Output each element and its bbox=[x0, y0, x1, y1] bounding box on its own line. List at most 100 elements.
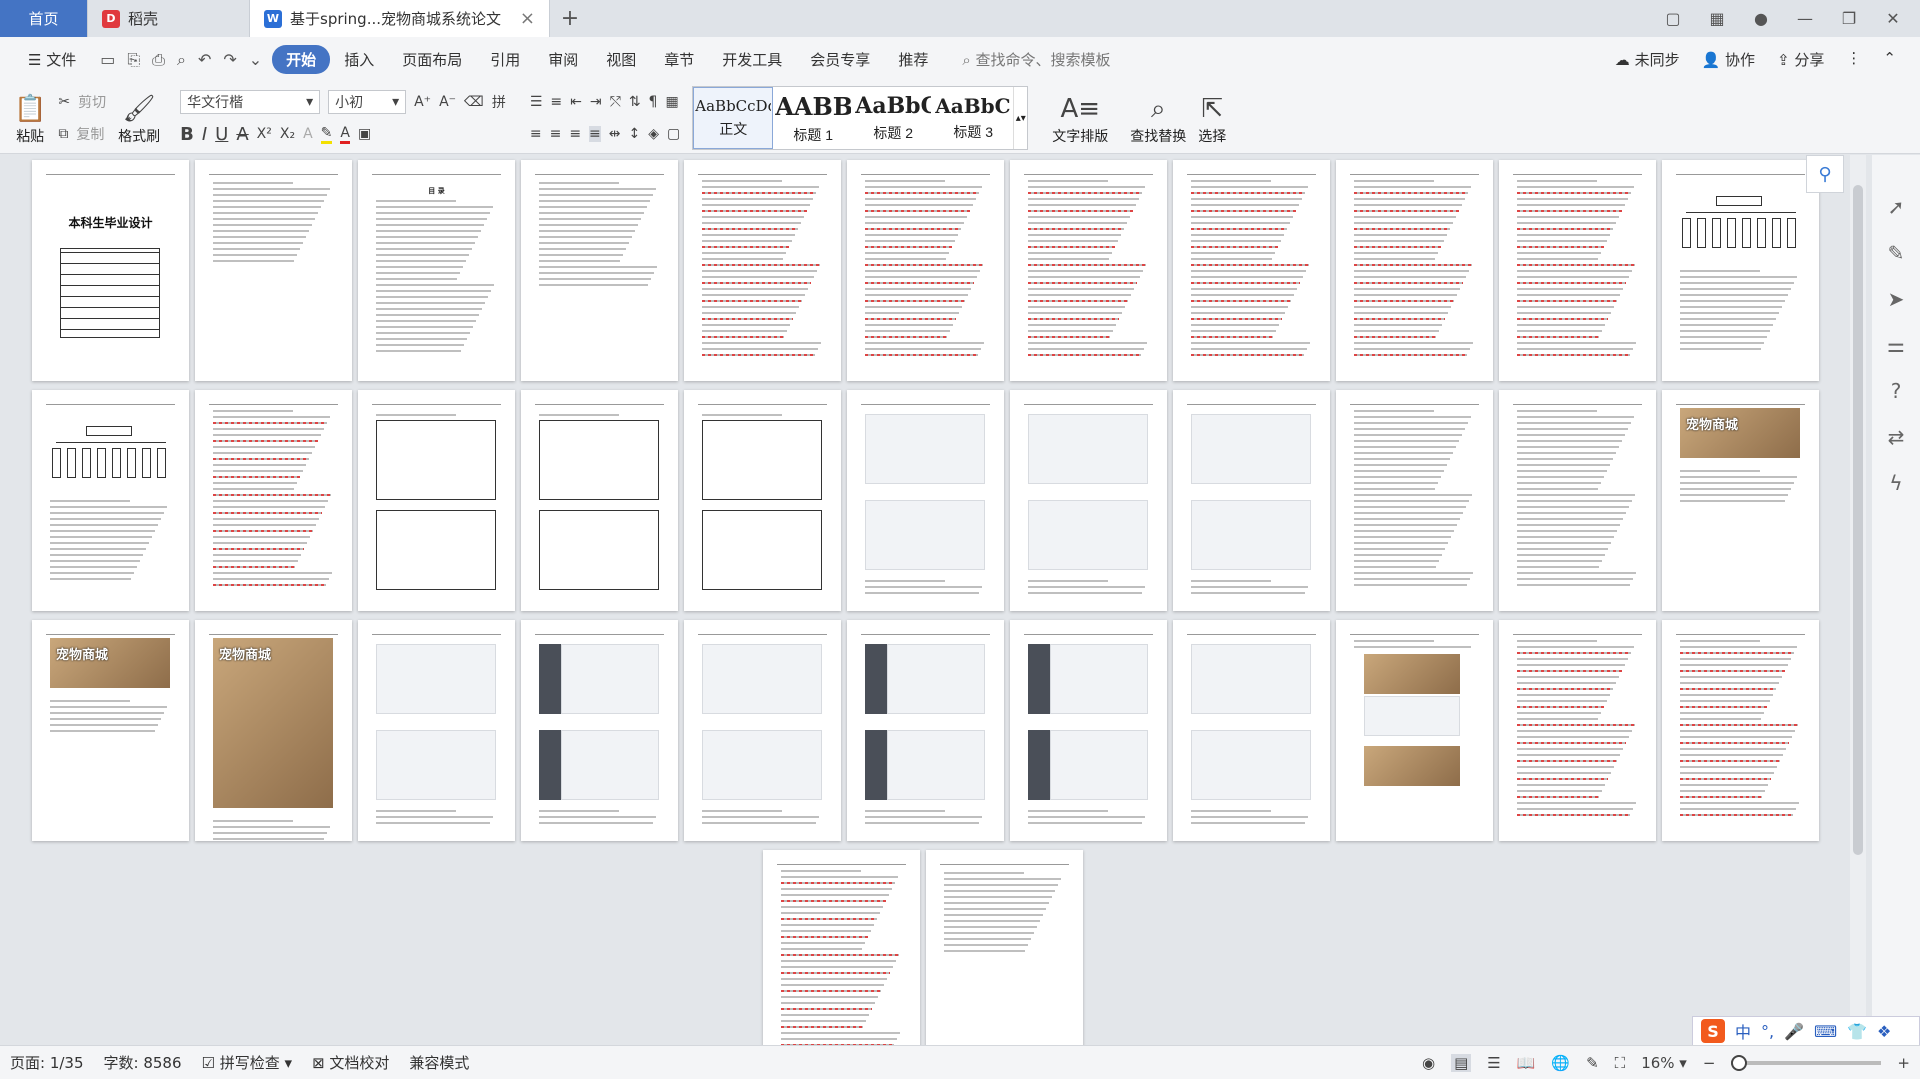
print-icon[interactable]: ⎙ bbox=[152, 50, 165, 70]
pointer-icon[interactable]: ➤ bbox=[1888, 287, 1905, 311]
close-window-icon[interactable]: ✕ bbox=[1874, 9, 1912, 28]
align-center-icon[interactable]: ≡ bbox=[550, 126, 562, 142]
zoom-slider[interactable] bbox=[1731, 1054, 1882, 1071]
file-menu[interactable]: ☰ 文件 bbox=[14, 49, 90, 70]
export-icon[interactable]: ⎘ bbox=[127, 50, 140, 70]
punct-icon[interactable]: °, bbox=[1761, 1022, 1774, 1041]
close-tab-icon[interactable]: × bbox=[520, 8, 535, 29]
sync-button[interactable]: ☁ 未同步 bbox=[1615, 49, 1680, 70]
tab-document[interactable]: W 基于spring...宠物商城系统论文 × bbox=[250, 0, 550, 37]
document-canvas[interactable]: 本科生毕业设计目 录宠物商城 宠物商城 宠物商城 bbox=[0, 155, 1880, 1045]
apps-icon[interactable]: ❖ bbox=[1877, 1022, 1891, 1041]
adjust-icon[interactable]: ⚌ bbox=[1887, 333, 1905, 357]
shrink-font-icon[interactable]: A⁻ bbox=[439, 94, 456, 110]
minimize-icon[interactable]: — bbox=[1786, 9, 1824, 28]
table-tools-icon[interactable]: ▦ bbox=[665, 94, 678, 110]
page-thumbnail[interactable] bbox=[521, 160, 678, 381]
clear-format-icon[interactable]: ⌫ bbox=[464, 94, 484, 110]
outline-view-icon[interactable]: ☰ bbox=[1487, 1054, 1500, 1072]
underline-icon[interactable]: U bbox=[215, 124, 228, 145]
menu-insert[interactable]: 插入 bbox=[330, 49, 388, 70]
menu-view[interactable]: 视图 bbox=[592, 49, 650, 70]
styles-scroll[interactable]: ▴▾ bbox=[1013, 87, 1027, 149]
translate-icon[interactable]: ⇄ bbox=[1888, 425, 1905, 449]
page-thumbnail[interactable] bbox=[847, 390, 1004, 611]
align-left-icon[interactable]: ≡ bbox=[530, 126, 542, 142]
bold-icon[interactable]: B bbox=[180, 124, 194, 145]
grow-font-icon[interactable]: A⁺ bbox=[414, 94, 431, 110]
more-icon[interactable]: ⌄ bbox=[249, 50, 262, 70]
zoom-out-icon[interactable]: − bbox=[1703, 1054, 1716, 1072]
mic-icon[interactable]: 🎤 bbox=[1784, 1022, 1804, 1041]
page-thumbnail[interactable]: 目 录 bbox=[358, 160, 515, 381]
increase-indent-icon[interactable]: ⇥ bbox=[590, 94, 602, 110]
select-button[interactable]: ⇱ 选择 bbox=[1192, 82, 1232, 146]
page-thumbnail[interactable] bbox=[1173, 160, 1330, 381]
page-thumbnail[interactable] bbox=[684, 390, 841, 611]
command-search[interactable]: ⌕ 查找命令、搜索模板 bbox=[962, 49, 1110, 70]
menu-home[interactable]: 开始 bbox=[272, 45, 331, 74]
style-heading-1[interactable]: AABB 标题 1 bbox=[773, 87, 853, 149]
avatar[interactable]: ● bbox=[1742, 9, 1780, 28]
superscript-icon[interactable]: X² bbox=[257, 126, 272, 142]
page-thumbnail[interactable] bbox=[1010, 620, 1167, 841]
find-replace-button[interactable]: ⌕ 查找替换 bbox=[1124, 82, 1192, 146]
line-spacing-icon[interactable]: ↕ bbox=[629, 126, 641, 142]
restore-icon[interactable]: ❐ bbox=[1830, 9, 1868, 28]
distributed-icon[interactable]: ⇹ bbox=[609, 126, 621, 142]
menu-recommend[interactable]: 推荐 bbox=[884, 49, 942, 70]
page-thumbnail[interactable] bbox=[847, 160, 1004, 381]
highlight-icon[interactable]: ✎ bbox=[320, 125, 333, 144]
location-pin-icon[interactable]: ⚲ bbox=[1806, 155, 1844, 193]
page-thumbnail[interactable] bbox=[1010, 160, 1167, 381]
vertical-scrollbar[interactable] bbox=[1850, 155, 1866, 1025]
scrollbar-thumb[interactable] bbox=[1853, 185, 1863, 855]
page-thumbnail[interactable]: 宠物商城 bbox=[195, 620, 352, 841]
page-thumbnail[interactable] bbox=[1010, 390, 1167, 611]
page-thumbnail[interactable] bbox=[358, 390, 515, 611]
page-thumbnail[interactable]: 宠物商城 bbox=[1662, 390, 1819, 611]
share-button[interactable]: ⇪ 分享 bbox=[1777, 49, 1824, 70]
zoom-in-icon[interactable]: + bbox=[1897, 1054, 1910, 1072]
tab-home[interactable]: 首页 bbox=[0, 0, 88, 37]
keyboard-icon[interactable]: ⌨ bbox=[1814, 1022, 1837, 1041]
preview-icon[interactable]: ⌕ bbox=[177, 50, 186, 70]
menu-section[interactable]: 章节 bbox=[650, 49, 708, 70]
page-thumbnail[interactable] bbox=[1662, 620, 1819, 841]
paste-button[interactable]: 📋 粘贴 bbox=[8, 82, 52, 146]
italic-icon[interactable]: I bbox=[202, 124, 207, 145]
borders-icon[interactable]: ▢ bbox=[667, 126, 680, 142]
collab-button[interactable]: 👤 协作 bbox=[1702, 49, 1755, 70]
menu-references[interactable]: 引用 bbox=[476, 49, 534, 70]
strikethrough-icon[interactable]: A bbox=[236, 124, 248, 145]
eye-protect-icon[interactable]: ◉ bbox=[1422, 1054, 1435, 1072]
pen-icon[interactable]: ✎ bbox=[1888, 241, 1905, 265]
show-marks-icon[interactable]: ¶ bbox=[649, 94, 658, 110]
sogou-icon[interactable]: S bbox=[1701, 1019, 1725, 1043]
save-icon[interactable]: ▭ bbox=[100, 50, 115, 70]
numbered-list-icon[interactable]: ≡ bbox=[550, 94, 562, 110]
page-thumbnail[interactable] bbox=[684, 620, 841, 841]
word-count[interactable]: 字数: 8586 bbox=[104, 1052, 182, 1073]
skin-icon[interactable]: 👕 bbox=[1847, 1022, 1867, 1041]
page-thumbnail[interactable] bbox=[1499, 390, 1656, 611]
page-thumbnail[interactable] bbox=[763, 850, 920, 1045]
tab-docer[interactable]: D 稻壳 bbox=[88, 0, 250, 37]
justify-icon[interactable]: ≡ bbox=[589, 126, 601, 142]
layout-icon[interactable]: ▢ bbox=[1654, 9, 1692, 28]
redo-icon[interactable]: ↷ bbox=[223, 50, 236, 70]
style-heading-2[interactable]: AaBbC 标题 2 bbox=[853, 87, 933, 149]
apps-grid-icon[interactable]: ▦ bbox=[1698, 9, 1736, 28]
chinese-layout-icon[interactable]: ⤲ bbox=[610, 94, 621, 110]
page-thumbnail[interactable] bbox=[358, 620, 515, 841]
style-normal[interactable]: AaBbCcDd 正文 bbox=[693, 87, 774, 149]
fit-page-icon[interactable]: ⛶ bbox=[1615, 1054, 1626, 1072]
page-thumbnail[interactable]: 本科生毕业设计 bbox=[32, 160, 189, 381]
menu-review[interactable]: 审阅 bbox=[534, 49, 592, 70]
page-thumbnail[interactable] bbox=[1173, 620, 1330, 841]
page-thumbnail[interactable] bbox=[926, 850, 1083, 1045]
zoom-knob[interactable] bbox=[1731, 1054, 1748, 1071]
collapse-ribbon-icon[interactable]: ⌃ bbox=[1883, 49, 1896, 70]
font-size-select[interactable]: 小初 ▾ bbox=[328, 90, 407, 114]
text-effect-icon[interactable]: A bbox=[303, 126, 313, 142]
